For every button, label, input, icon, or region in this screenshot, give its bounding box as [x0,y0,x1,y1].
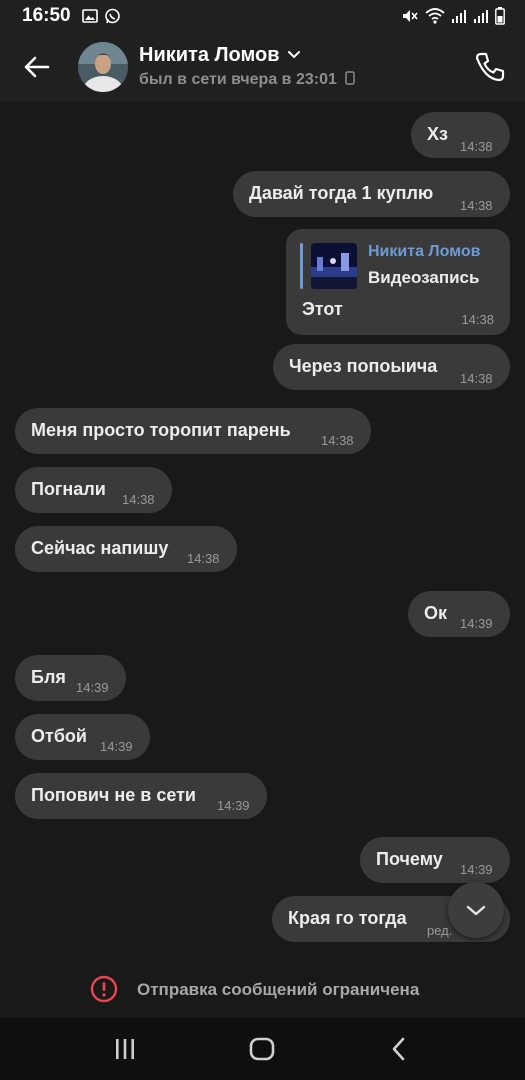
status-time: 16:50 [22,5,71,26]
message-text: Отбой [31,726,87,746]
messaging-restricted-bar: Отправка сообщений ограничена [0,964,525,1018]
message-bubble-incoming[interactable]: Погнали 14:38 [15,467,172,513]
message-bubble-outgoing-with-attachment[interactable]: Никита Ломов Видеозапись Этот 14:38 [286,229,510,335]
wifi-icon [425,8,445,24]
message-time: 14:38 [460,371,493,386]
message-text: Хз [427,124,448,144]
contact-status: был в сети вчера в 23:01 [139,71,356,89]
message-bubble-incoming[interactable]: Меня просто торопит парень 14:38 [15,408,371,454]
message-bubble-incoming[interactable]: Бля 14:39 [15,655,126,701]
video-thumbnail[interactable] [311,243,357,289]
message-text: Этот [302,299,343,319]
message-text: Почему [376,849,443,869]
message-time: 14:39 [460,862,493,877]
message-text: Сейчас напишу [31,538,169,558]
restriction-text: Отправка сообщений ограничена [137,980,420,999]
signal-icon-2 [474,10,488,23]
contact-status-text: был в сети вчера в 23:01 [139,71,337,88]
message-bubble-incoming[interactable]: Попович не в сети 14:39 [15,773,267,819]
chevron-down-icon [466,905,486,916]
system-navigation-bar [0,1018,525,1080]
exclamation-circle-icon [90,975,118,1003]
mute-icon [403,10,418,22]
message-time: 14:38 [460,139,493,154]
back-chevron-icon[interactable] [384,1034,414,1064]
status-bar: 16:50 [0,0,525,32]
message-time: 14:39 [76,680,109,695]
message-bubble-outgoing[interactable]: Давай тогда 1 куплю 14:38 [233,171,510,217]
mobile-device-icon [345,71,356,85]
recent-apps-icon[interactable] [110,1034,140,1064]
message-time: 14:38 [122,492,155,507]
message-bubble-outgoing[interactable]: Хз 14:38 [411,112,510,158]
message-bubble-outgoing[interactable]: Ок 14:39 [408,591,510,637]
reply-author[interactable]: Никита Ломов [368,243,480,261]
message-bubble-outgoing[interactable]: Почему 14:39 [360,837,510,883]
message-text: Через попоыича [289,356,438,376]
reply-accent-bar [300,243,303,289]
message-time: 14:38 [187,551,220,566]
home-icon[interactable] [247,1034,277,1064]
message-time: 14:38 [321,433,354,448]
message-text: Меня просто торопит парень [31,420,291,440]
message-bubble-incoming[interactable]: Сейчас напишу 14:38 [15,526,237,572]
message-text: Погнали [31,479,106,499]
avatar[interactable] [78,42,128,92]
message-time: 14:39 [217,798,250,813]
message-bubble-incoming[interactable]: Отбой 14:39 [15,714,150,760]
whatsapp-notification-icon [105,8,120,24]
message-time: 14:38 [460,198,493,213]
phone-icon[interactable] [473,50,507,84]
chevron-down-icon[interactable] [287,50,301,60]
message-text: Бля [31,667,66,687]
message-text: Попович не в сети [31,785,196,805]
message-time: 14:39 [460,616,493,631]
message-text: Давай тогда 1 куплю [249,183,434,203]
message-list[interactable]: Хз 14:38 Давай тогда 1 куплю 14:38 Никит… [0,102,525,964]
message-text: Края го тогда [288,908,407,928]
reply-kind: Видеозапись [368,268,480,287]
contact-name[interactable]: Никита Ломов [139,44,280,67]
scroll-to-bottom-button[interactable] [448,882,504,938]
message-time: 14:38 [461,312,494,327]
signal-icon-1 [452,10,466,23]
chat-header: Никита Ломов был в сети вчера в 23:01 [0,32,525,102]
arrow-left-icon[interactable] [20,50,54,84]
message-bubble-outgoing[interactable]: Через попоыича 14:38 [273,344,510,390]
gallery-notification-icon [82,9,98,23]
battery-icon [495,7,505,25]
message-text: Ок [424,603,448,623]
message-time: 14:39 [100,739,133,754]
